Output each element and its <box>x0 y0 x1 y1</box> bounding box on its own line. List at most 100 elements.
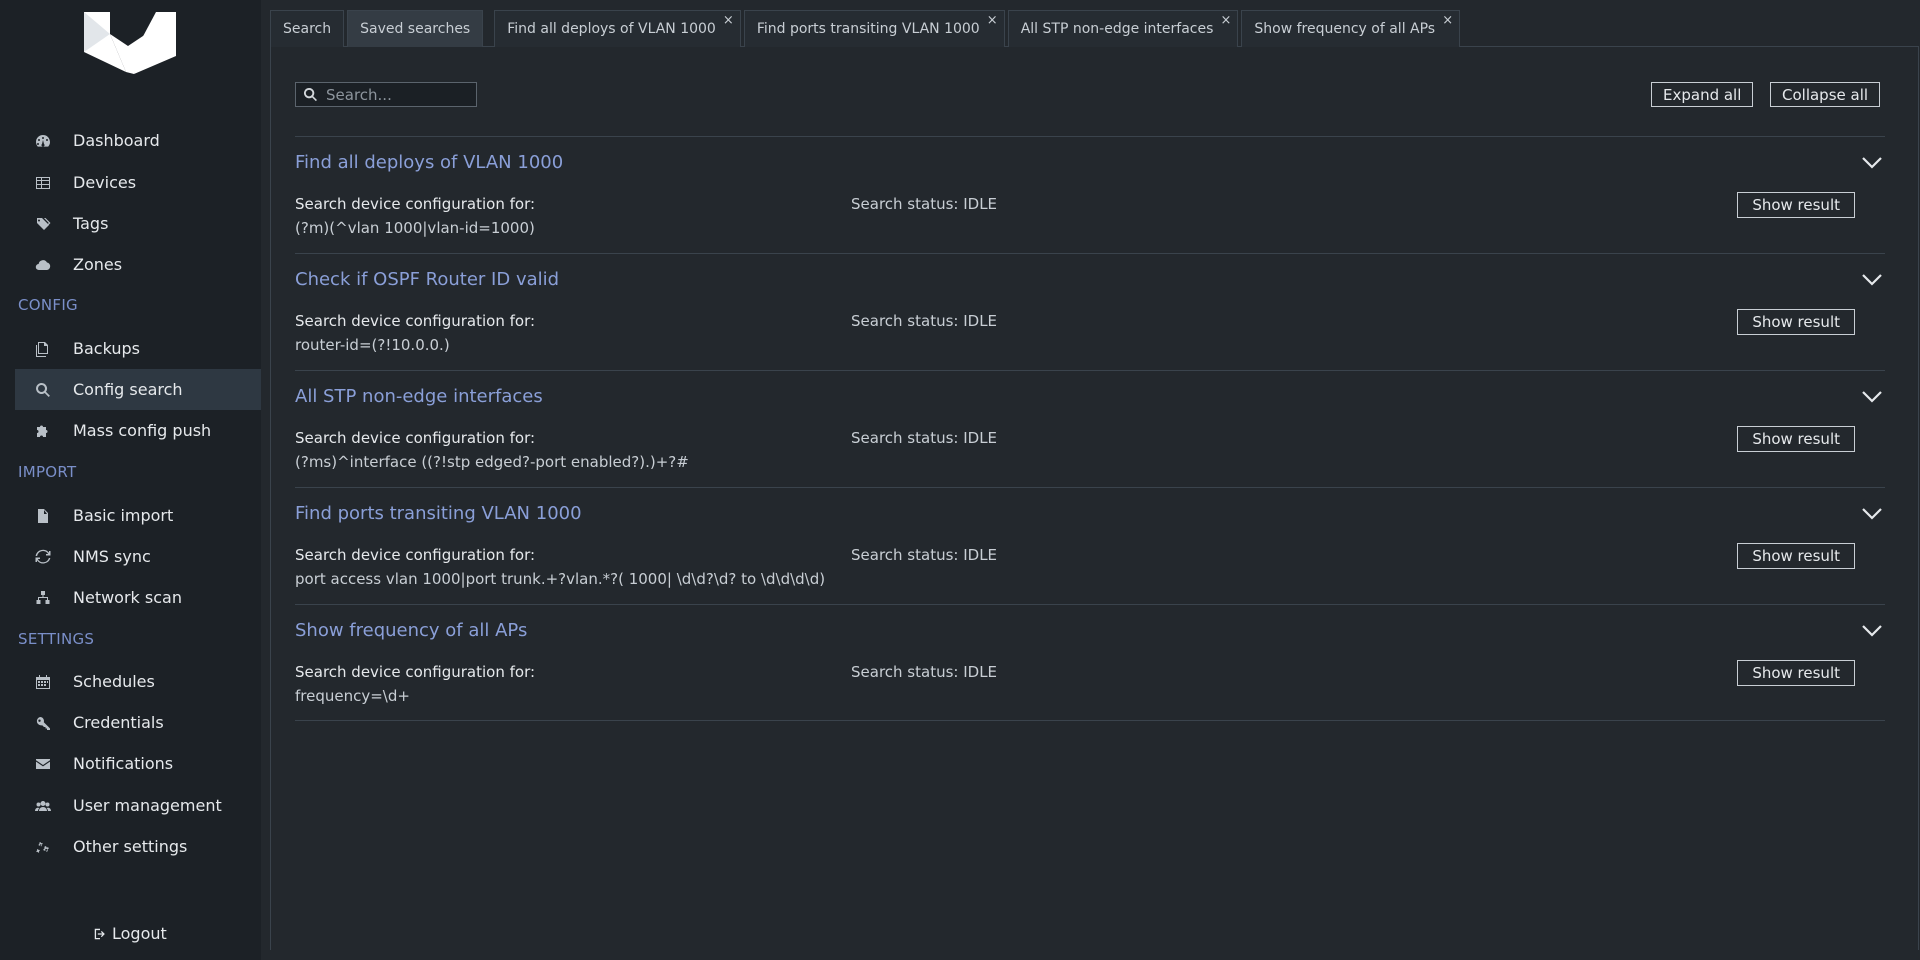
sidebar-item-backups[interactable]: Backups <box>15 328 261 369</box>
tab-search[interactable]: Search <box>270 10 345 47</box>
sidebar-item-nms-sync[interactable]: NMS sync <box>15 536 261 577</box>
sidebar-item-label: Credentials <box>73 713 164 732</box>
tab-label: Find ports transiting VLAN 1000 <box>756 21 980 37</box>
tab-show-frequency-of-all-aps[interactable]: Show frequency of all APs × <box>1241 10 1461 47</box>
close-icon[interactable]: × <box>1442 13 1453 28</box>
saved-search-title[interactable]: Show frequency of all APs <box>295 620 527 641</box>
search-pattern: frequency=\d+ <box>295 687 410 705</box>
chevron-down-icon[interactable] <box>1861 155 1883 169</box>
sidebar-item-network-scan[interactable]: Network scan <box>15 577 261 618</box>
file-icon <box>15 508 55 524</box>
section-import: IMPORT <box>18 463 77 481</box>
sidebar-item-schedules[interactable]: Schedules <box>15 661 261 702</box>
envelope-icon <box>15 756 55 772</box>
saved-search-item: Show frequency of all APs Search device … <box>295 604 1885 721</box>
show-result-button[interactable]: Show result <box>1737 309 1855 335</box>
sidebar: Dashboard Devices Tags Zones CONFIG Back… <box>0 0 261 960</box>
sidebar-item-tags[interactable]: Tags <box>15 203 261 244</box>
collapse-all-button[interactable]: Collapse all <box>1770 82 1881 107</box>
sidebar-item-label: Config search <box>73 380 183 399</box>
saved-search-item: Find all deploys of VLAN 1000 Search dev… <box>295 136 1885 253</box>
chevron-down-icon[interactable] <box>1861 506 1883 520</box>
sidebar-item-label: User management <box>73 796 222 815</box>
sidebar-item-config-search[interactable]: Config search <box>15 369 261 410</box>
saved-search-item: Find ports transiting VLAN 1000 Search d… <box>295 487 1885 604</box>
table-icon <box>15 175 55 191</box>
sidebar-item-credentials[interactable]: Credentials <box>15 702 261 743</box>
tab-label: Show frequency of all APs <box>1254 21 1436 37</box>
sidebar-item-devices[interactable]: Devices <box>15 162 261 203</box>
search-input[interactable] <box>326 85 466 104</box>
logout-label: Logout <box>112 924 167 943</box>
search-description-label: Search device configuration for: <box>295 195 536 213</box>
sidebar-item-label: Basic import <box>73 506 174 525</box>
tags-icon <box>15 216 55 232</box>
sidebar-item-mass-config-push[interactable]: Mass config push <box>15 410 261 451</box>
sidebar-item-label: Dashboard <box>73 131 160 150</box>
search-pattern: port access vlan 1000|port trunk.+?vlan.… <box>295 570 826 588</box>
search-description-label: Search device configuration for: <box>295 546 536 564</box>
sidebar-item-label: Notifications <box>73 754 174 773</box>
sidebar-item-dashboard[interactable]: Dashboard <box>15 120 261 161</box>
saved-search-title[interactable]: Find ports transiting VLAN 1000 <box>295 503 582 524</box>
dashboard-icon <box>15 133 55 149</box>
show-result-button[interactable]: Show result <box>1737 660 1855 686</box>
section-config: CONFIG <box>18 296 78 314</box>
close-icon[interactable]: × <box>987 13 998 28</box>
show-result-button[interactable]: Show result <box>1737 192 1855 218</box>
sidebar-item-user-management[interactable]: User management <box>15 785 261 826</box>
saved-search-item: Check if OSPF Router ID valid Search dev… <box>295 253 1885 370</box>
logout-link[interactable]: Logout <box>93 924 167 943</box>
search-status: Search status: IDLE <box>851 663 998 681</box>
sidebar-item-label: Network scan <box>73 588 182 607</box>
search-field <box>295 82 477 107</box>
sidebar-item-label: Zones <box>73 255 123 274</box>
copy-icon <box>15 341 55 357</box>
tab-all-stp-non-edge-interfaces[interactable]: All STP non-edge interfaces × <box>1007 10 1239 47</box>
saved-search-title[interactable]: Check if OSPF Router ID valid <box>295 269 559 290</box>
sitemap-icon <box>15 590 55 606</box>
sidebar-item-label: NMS sync <box>73 547 151 566</box>
tab-find-all-deploys-vlan-1000[interactable]: Find all deploys of VLAN 1000 × <box>494 10 741 47</box>
sidebar-item-label: Schedules <box>73 672 155 691</box>
sign-out-icon <box>94 928 105 939</box>
sidebar-item-basic-import[interactable]: Basic import <box>15 495 261 536</box>
sidebar-item-label: Tags <box>73 214 109 233</box>
saved-search-item: All STP non-edge interfaces Search devic… <box>295 370 1885 487</box>
search-status: Search status: IDLE <box>851 195 998 213</box>
search-pattern: (?m)(^vlan 1000|vlan-id=1000) <box>295 219 535 237</box>
tab-saved-searches[interactable]: Saved searches <box>347 10 484 47</box>
users-icon <box>15 798 55 814</box>
search-status: Search status: IDLE <box>851 546 998 564</box>
search-status: Search status: IDLE <box>851 312 998 330</box>
sidebar-item-other-settings[interactable]: Other settings <box>15 826 261 867</box>
show-result-button[interactable]: Show result <box>1737 543 1855 569</box>
search-icon <box>303 87 317 102</box>
chevron-down-icon[interactable] <box>1861 272 1883 286</box>
tab-label: Find all deploys of VLAN 1000 <box>507 21 716 37</box>
close-icon[interactable]: × <box>1220 13 1231 28</box>
sync-icon <box>15 549 55 565</box>
tab-bar: Search Saved searches Find all deploys o… <box>270 10 1463 47</box>
search-icon <box>15 382 55 398</box>
saved-search-title[interactable]: All STP non-edge interfaces <box>295 386 543 407</box>
chevron-down-icon[interactable] <box>1861 389 1883 403</box>
cloud-icon <box>15 257 55 273</box>
puzzle-icon <box>15 423 55 439</box>
main-panel: Search Saved searches Find all deploys o… <box>270 0 1920 960</box>
search-pattern: (?ms)^interface ((?!stp edged?-port enab… <box>295 453 689 471</box>
app-logo[interactable] <box>80 10 180 80</box>
search-description-label: Search device configuration for: <box>295 312 536 330</box>
expand-all-button[interactable]: Expand all <box>1651 82 1754 107</box>
chevron-down-icon[interactable] <box>1861 623 1883 637</box>
cogs-icon <box>15 839 55 855</box>
search-description-label: Search device configuration for: <box>295 663 536 681</box>
sidebar-item-notifications[interactable]: Notifications <box>15 743 261 784</box>
tab-find-ports-transiting-vlan-1000[interactable]: Find ports transiting VLAN 1000 × <box>743 10 1005 47</box>
key-icon <box>15 715 55 731</box>
saved-search-title[interactable]: Find all deploys of VLAN 1000 <box>295 152 563 173</box>
show-result-button[interactable]: Show result <box>1737 426 1855 452</box>
sidebar-item-zones[interactable]: Zones <box>15 244 261 285</box>
sidebar-item-label: Mass config push <box>73 421 212 440</box>
close-icon[interactable]: × <box>723 13 734 28</box>
